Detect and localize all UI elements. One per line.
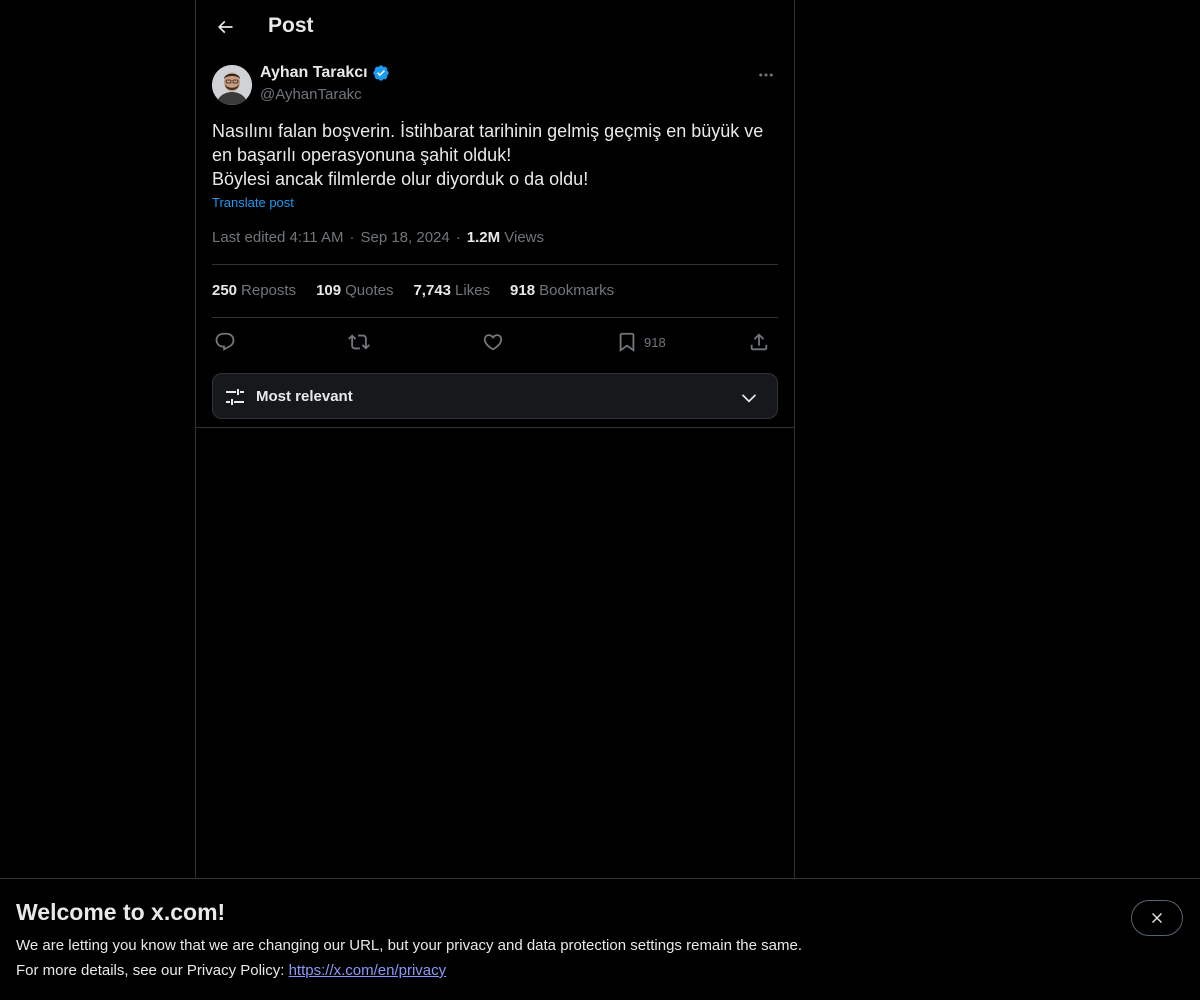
stat-bookmarks[interactable]: 918 Bookmarks <box>510 282 614 299</box>
close-banner-button[interactable] <box>1131 900 1183 936</box>
banner-message: We are letting you know that we are chan… <box>16 937 802 954</box>
stat-reposts[interactable]: 250 Reposts <box>212 282 296 299</box>
back-button[interactable] <box>208 10 242 44</box>
bookmark-icon <box>619 332 635 353</box>
post-meta: Last edited 4:11 AM · Sep 18, 2024 · 1.2… <box>212 229 544 246</box>
views-label: Views <box>504 229 545 246</box>
welcome-banner: Welcome to x.com! We are letting you kno… <box>0 878 1200 1000</box>
author-handle[interactable]: @AyhanTarakc <box>260 86 362 103</box>
share-button[interactable] <box>748 328 770 356</box>
post-actions: 918 <box>212 328 778 356</box>
bookmark-button[interactable]: 918 <box>616 328 666 356</box>
avatar-image <box>212 65 252 105</box>
views: 1.2M Views <box>467 229 544 246</box>
privacy-policy-link[interactable]: https://x.com/en/privacy <box>289 962 447 979</box>
post-stats: 250 Reposts 109 Quotes 7,743 Likes 918 Bookm… <box>212 282 614 299</box>
repost-button[interactable] <box>348 328 370 356</box>
heart-icon <box>483 334 503 351</box>
stat-quotes[interactable]: 109 Quotes <box>316 282 393 299</box>
edited-time[interactable]: Last edited 4:11 AM <box>212 229 343 246</box>
post-author: Ayhan Tarakcı @AyhanTarakc <box>212 64 778 108</box>
bookmark-count: 918 <box>644 334 666 350</box>
divider <box>212 264 778 265</box>
more-options-button[interactable] <box>754 64 778 86</box>
banner-title: Welcome to x.com! <box>16 899 226 925</box>
meta-separator: · <box>349 229 355 246</box>
close-icon <box>1152 913 1162 923</box>
divider <box>212 317 778 318</box>
author-display-name[interactable]: Ayhan Tarakcı <box>260 64 368 82</box>
banner-privacy-line: For more details, see our Privacy Policy… <box>16 962 446 979</box>
divider <box>196 427 794 428</box>
views-count: 1.2M <box>466 229 501 246</box>
post-text: Nasılını falan boşverin. İstihbarat tari… <box>212 121 764 189</box>
sort-label: Most relevant <box>256 388 353 405</box>
reply-button[interactable] <box>214 328 236 356</box>
meta-separator: · <box>455 229 461 246</box>
post-header: Post <box>196 0 796 53</box>
arrow-left-icon <box>217 20 233 34</box>
more-horizontal-icon <box>759 73 773 77</box>
banner-privacy-prefix: For more details, see our Privacy Policy… <box>16 962 289 979</box>
stat-likes[interactable]: 7,743 Likes <box>413 282 490 299</box>
verified-badge-icon <box>372 65 389 81</box>
repost-icon <box>348 334 370 350</box>
share-icon <box>750 333 768 351</box>
translate-post-link[interactable]: Translate post <box>212 195 294 210</box>
sliders-icon <box>226 389 244 405</box>
reply-icon <box>215 332 235 351</box>
replies-sort-dropdown[interactable]: Most relevant <box>212 373 778 419</box>
page-title: Post <box>268 14 314 37</box>
author-name-row: Ayhan Tarakcı <box>260 64 390 82</box>
chevron-down-icon <box>741 394 757 403</box>
like-button[interactable] <box>482 328 504 356</box>
post-date[interactable]: Sep 18, 2024 <box>360 229 449 246</box>
avatar[interactable] <box>212 65 252 105</box>
post-column: Post Ayhan Tarakcı @AyhanTarakc Nasılını… <box>195 0 795 880</box>
